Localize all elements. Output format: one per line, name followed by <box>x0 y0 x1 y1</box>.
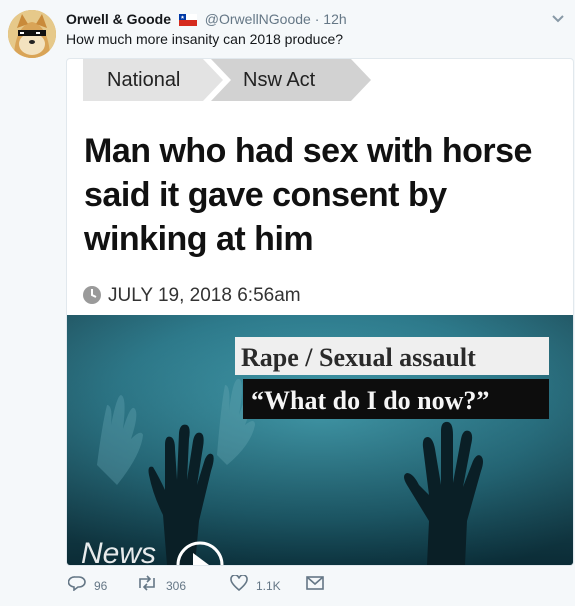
breadcrumb: National Nsw Act <box>83 59 371 101</box>
author-name[interactable]: Orwell & Goode <box>66 11 171 27</box>
card-date: JULY 19, 2018 6:56am <box>82 283 301 309</box>
video-thumbnail[interactable]: Rape / Sexual assault “What do I do now?… <box>67 315 573 565</box>
separator-dot: · <box>314 11 320 27</box>
tweet-time[interactable]: 12h <box>323 11 346 27</box>
author-handle[interactable]: @OrwellNGoode <box>205 11 311 27</box>
direct-message-button[interactable] <box>306 576 332 596</box>
tweet-actions: 96 306 1.1K <box>66 574 366 600</box>
like-button[interactable]: 1.1K <box>230 574 281 597</box>
tweet-header: Orwell & Goode @OrwellNGoode · 12h <box>66 9 555 29</box>
card-date-text: JULY 19, 2018 6:56am <box>108 285 301 306</box>
clock-icon <box>82 285 102 305</box>
image-caption-line2: “What do I do now?” <box>251 386 489 415</box>
card-headline[interactable]: Man who had sex with horse said it gave … <box>84 129 554 261</box>
link-card[interactable]: National Nsw Act Man who had sex with ho… <box>66 58 574 566</box>
retweet-count: 306 <box>166 579 187 593</box>
tweet: Orwell & Goode @OrwellNGoode · 12h How m… <box>0 0 575 606</box>
breadcrumb-nsw-act[interactable]: Nsw Act <box>243 59 315 101</box>
reply-icon <box>67 575 94 597</box>
chile-flag-icon <box>178 11 197 31</box>
image-caption-line1: Rape / Sexual assault <box>241 343 476 372</box>
breadcrumb-national[interactable]: National <box>107 59 180 101</box>
like-count: 1.1K <box>256 579 281 593</box>
envelope-icon <box>306 576 332 596</box>
avatar[interactable] <box>8 10 56 58</box>
image-logo: News <box>81 537 156 565</box>
tweet-text: How much more insanity can 2018 produce? <box>66 31 344 47</box>
chevron-down-icon[interactable] <box>551 12 565 26</box>
heart-icon <box>230 574 256 597</box>
reply-button[interactable]: 96 <box>67 575 108 597</box>
retweet-button[interactable]: 306 <box>136 575 187 597</box>
retweet-icon <box>136 575 166 597</box>
reply-count: 96 <box>94 579 108 593</box>
